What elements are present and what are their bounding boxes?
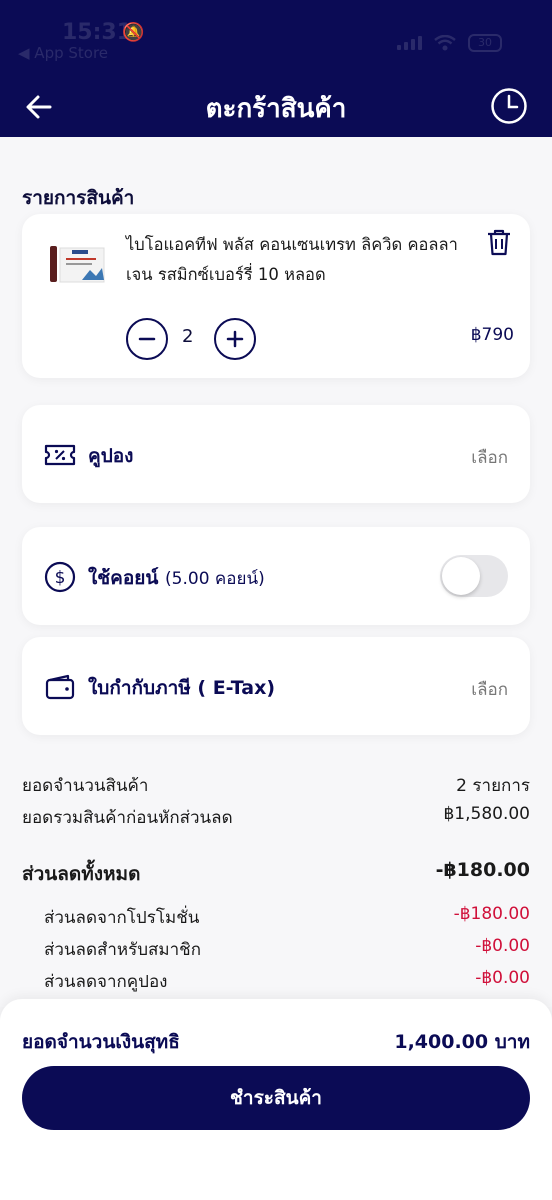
cart-content: รายการสินค้า ไบโอแอคทีฟ พลัส คอนเซนเทรท …: [0, 137, 552, 1007]
top-header: 15:31 🔕 ◀ App Store 30 ตะกร้าสินค้า: [0, 0, 552, 137]
product-image: [44, 242, 108, 286]
item-count-label: ยอดจำนวนสินค้า: [22, 776, 149, 796]
increase-quantity-button[interactable]: [214, 318, 256, 360]
coupon-discount-value: -฿0.00: [475, 968, 530, 988]
promo-discount-value: -฿180.00: [453, 904, 530, 924]
coupon-icon: [44, 444, 76, 466]
total-discount-row: ส่วนลดทั้งหมด -฿180.00: [22, 859, 530, 889]
cart-item: ไบโอแอคทีฟ พลัส คอนเซนเทรท ลิควิด คอลลาเ…: [22, 214, 530, 378]
total-discount-value: -฿180.00: [435, 859, 530, 881]
trash-icon[interactable]: [486, 228, 512, 256]
use-coins-toggle[interactable]: [440, 555, 508, 597]
toggle-knob: [442, 557, 480, 595]
coupon-select-link[interactable]: เลือก: [471, 444, 508, 471]
status-icons: 30: [397, 34, 502, 52]
svg-text:$: $: [55, 568, 66, 588]
total-discount-label: ส่วนลดทั้งหมด: [22, 863, 141, 885]
clock-icon[interactable]: [490, 87, 528, 125]
subtotal-row: ยอดรวมสินค้าก่อนหักส่วนลด ฿1,580.00: [22, 804, 530, 831]
quantity-value: 2: [182, 326, 194, 347]
page-title: ตะกร้าสินค้า: [205, 94, 347, 124]
coupon-label: คูปอง: [88, 445, 134, 467]
item-count-row: ยอดจำนวนสินค้า 2 รายการ: [22, 772, 530, 799]
product-list-title: รายการสินค้า: [22, 187, 135, 209]
net-total-label: ยอดจำนวนเงินสุทธิ: [22, 1031, 180, 1053]
member-discount-value: -฿0.00: [475, 936, 530, 956]
etax-row[interactable]: ใบกำกับภาษี ( E-Tax) เลือก: [22, 637, 530, 735]
member-discount-label: ส่วนลดสำหรับสมาชิก: [44, 940, 202, 960]
subtotal-value: ฿1,580.00: [443, 804, 530, 824]
status-bar: 15:31 🔕 ◀ App Store 30: [0, 0, 552, 66]
checkout-bar: ยอดจำนวนเงินสุทธิ 1,400.00 บาท ชำระสินค้…: [0, 999, 552, 1200]
decrease-quantity-button[interactable]: [126, 318, 168, 360]
plus-icon: [226, 330, 244, 348]
bell-off-icon: 🔕: [122, 22, 145, 43]
etax-select-link[interactable]: เลือก: [471, 676, 508, 703]
promo-discount-label: ส่วนลดจากโปรโมชั่น: [44, 908, 200, 928]
net-total-row: ยอดจำนวนเงินสุทธิ 1,400.00 บาท: [22, 1027, 530, 1057]
minus-icon: [138, 337, 156, 341]
etax-label: ใบกำกับภาษี ( E-Tax): [88, 677, 276, 699]
wifi-icon: [434, 35, 456, 51]
subtotal-label: ยอดรวมสินค้าก่อนหักส่วนลด: [22, 808, 233, 828]
coins-balance: (5.00 คอยน์): [165, 569, 265, 589]
coins-row: $ ใช้คอยน์ (5.00 คอยน์): [22, 527, 530, 625]
wallet-icon: [45, 674, 75, 700]
pay-button[interactable]: ชำระสินค้า: [22, 1066, 530, 1130]
coins-label-main: ใช้คอยน์: [88, 567, 159, 589]
net-total-value: 1,400.00 บาท: [394, 1031, 530, 1053]
battery-icon: 30: [468, 34, 502, 52]
coin-icon: $: [44, 561, 76, 593]
coupon-discount-row: ส่วนลดจากคูปอง -฿0.00: [44, 968, 530, 995]
product-name[interactable]: ไบโอแอคทีฟ พลัส คอนเซนเทรท ลิควิด คอลลาเ…: [126, 230, 462, 290]
item-count-value: 2 รายการ: [456, 776, 530, 796]
coupon-discount-label: ส่วนลดจากคูปอง: [44, 972, 168, 992]
member-discount-row: ส่วนลดสำหรับสมาชิก -฿0.00: [44, 936, 530, 963]
promo-discount-row: ส่วนลดจากโปรโมชั่น -฿180.00: [44, 904, 530, 931]
back-to-app-store-link[interactable]: ◀ App Store: [18, 44, 108, 62]
signal-icon: [397, 36, 422, 50]
coins-label: ใช้คอยน์ (5.00 คอยน์): [88, 563, 265, 593]
coupon-row[interactable]: คูปอง เลือก: [22, 405, 530, 503]
item-price: ฿790: [470, 325, 514, 345]
